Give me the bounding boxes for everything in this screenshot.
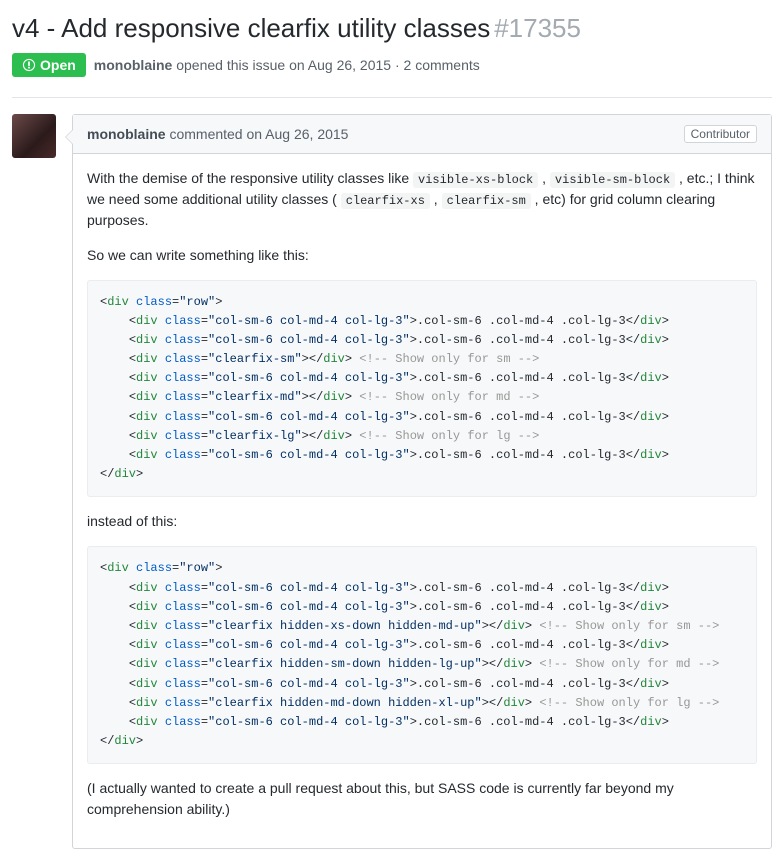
issue-opened-text: opened this issue on Aug 26, 2015 · 2 co… <box>176 57 480 73</box>
issue-meta-text: monoblaine opened this issue on Aug 26, … <box>94 57 480 73</box>
inline-code: clearfix-sm <box>442 193 531 209</box>
body-paragraph-1: With the demise of the responsive utilit… <box>87 168 757 231</box>
issue-open-icon <box>22 58 36 72</box>
state-label: Open <box>40 57 76 73</box>
state-badge-open: Open <box>12 53 86 77</box>
issue-title-row: v4 - Add responsive clearfix utility cla… <box>12 12 772 45</box>
code-block-2: <div class="row"> <div class="col-sm-6 c… <box>87 546 757 764</box>
avatar[interactable] <box>12 114 56 158</box>
comment-action: commented on Aug 26, 2015 <box>169 126 348 142</box>
body-paragraph-3: instead of this: <box>87 511 757 532</box>
code-block-1: <div class="row"> <div class="col-sm-6 c… <box>87 280 757 498</box>
comment-header-text: monoblaine commented on Aug 26, 2015 <box>87 126 348 142</box>
comment-thread: monoblaine commented on Aug 26, 2015 Con… <box>12 114 772 850</box>
inline-code: clearfix-xs <box>341 193 430 209</box>
issue-number: #17355 <box>494 13 581 43</box>
contributor-badge: Contributor <box>684 125 757 143</box>
issue-title: v4 - Add responsive clearfix utility cla… <box>12 13 490 43</box>
comment-author-link[interactable]: monoblaine <box>87 126 166 142</box>
header-divider <box>12 97 772 98</box>
body-paragraph-2: So we can write something like this: <box>87 245 757 266</box>
issue-meta-row: Open monoblaine opened this issue on Aug… <box>12 53 772 77</box>
comment-container: monoblaine commented on Aug 26, 2015 Con… <box>72 114 772 850</box>
comment-body: With the demise of the responsive utilit… <box>73 154 771 849</box>
inline-code: visible-xs-block <box>413 172 538 188</box>
issue-author-link[interactable]: monoblaine <box>94 57 173 73</box>
comment-header: monoblaine commented on Aug 26, 2015 Con… <box>73 115 771 154</box>
body-paragraph-4: (I actually wanted to create a pull requ… <box>87 778 757 820</box>
inline-code: visible-sm-block <box>550 172 675 188</box>
